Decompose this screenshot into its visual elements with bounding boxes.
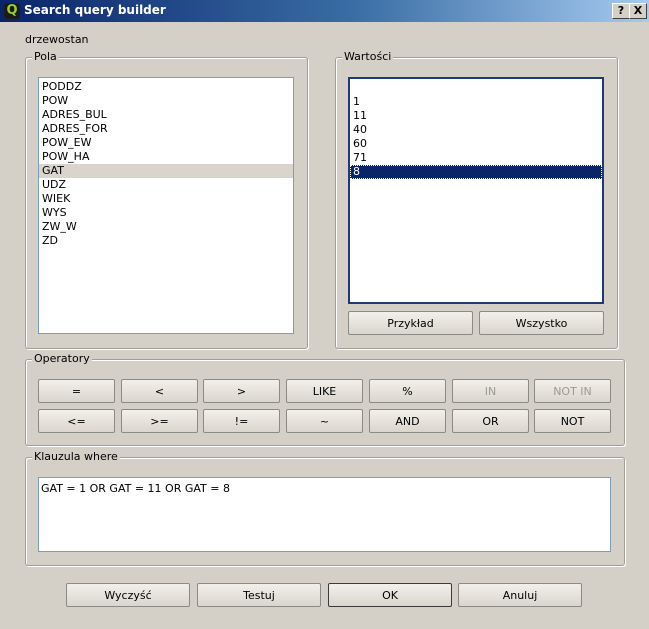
- operator-button[interactable]: %: [369, 379, 446, 403]
- operator-button[interactable]: <=: [38, 409, 115, 433]
- operator-button[interactable]: NOT: [534, 409, 611, 433]
- field-list-item[interactable]: ZW_W: [39, 220, 293, 234]
- field-list-item[interactable]: WYS: [39, 206, 293, 220]
- operators-group-title: Operatory: [32, 352, 92, 366]
- operator-button[interactable]: >: [203, 379, 280, 403]
- field-list-item[interactable]: POW: [39, 94, 293, 108]
- operator-button[interactable]: =: [38, 379, 115, 403]
- clear-button[interactable]: Wyczyść: [66, 583, 190, 607]
- field-list-item[interactable]: ADRES_FOR: [39, 122, 293, 136]
- where-clause-text: GAT = 1 OR GAT = 11 OR GAT = 8: [41, 482, 230, 495]
- operator-button[interactable]: LIKE: [286, 379, 363, 403]
- fields-list[interactable]: PODDZ POW ADRES_BUL ADRES_FOR POW_EW POW_HA GA…: [38, 77, 294, 334]
- field-list-item[interactable]: POW_HA: [39, 150, 293, 164]
- operator-button[interactable]: OR: [452, 409, 529, 433]
- field-list-item[interactable]: PODDZ: [39, 80, 293, 94]
- field-list-item[interactable]: ADRES_BUL: [39, 108, 293, 122]
- where-clause-group-title: Klauzula where: [32, 450, 120, 464]
- operator-button[interactable]: ~: [286, 409, 363, 433]
- field-list-item[interactable]: WIEK: [39, 192, 293, 206]
- all-values-button[interactable]: Wszystko: [479, 311, 604, 335]
- layer-name: drzewostan: [25, 33, 89, 46]
- ok-button[interactable]: OK: [328, 583, 452, 607]
- field-list-item[interactable]: GAT: [39, 164, 293, 178]
- operator-button[interactable]: IN: [452, 379, 529, 403]
- close-button[interactable]: X: [629, 3, 647, 19]
- value-list-item[interactable]: [350, 81, 602, 95]
- value-list-item[interactable]: 1: [350, 95, 602, 109]
- field-list-item[interactable]: UDZ: [39, 178, 293, 192]
- values-list[interactable]: 1 11 40 60 71 8: [348, 77, 604, 304]
- title-bar: Q Search query builder ? X: [0, 0, 649, 22]
- value-list-item[interactable]: 71: [350, 151, 602, 165]
- qgis-logo-icon: Q: [4, 3, 20, 19]
- field-list-item[interactable]: ZD: [39, 234, 293, 248]
- help-button[interactable]: ?: [612, 3, 630, 19]
- values-group-title: Wartości: [342, 50, 394, 64]
- operator-button[interactable]: NOT IN: [534, 379, 611, 403]
- test-button[interactable]: Testuj: [197, 583, 321, 607]
- where-clause-textarea[interactable]: GAT = 1 OR GAT = 11 OR GAT = 8: [38, 477, 611, 552]
- field-list-item[interactable]: POW_EW: [39, 136, 293, 150]
- cancel-button[interactable]: Anuluj: [458, 583, 582, 607]
- operator-button[interactable]: AND: [369, 409, 446, 433]
- fields-group-title: Pola: [32, 50, 59, 64]
- value-list-item[interactable]: 60: [350, 137, 602, 151]
- sample-button[interactable]: Przykład: [348, 311, 473, 335]
- window-title: Search query builder: [24, 3, 166, 17]
- operator-button[interactable]: <: [121, 379, 198, 403]
- value-list-item[interactable]: 11: [350, 109, 602, 123]
- operator-button[interactable]: !=: [203, 409, 280, 433]
- value-list-item[interactable]: 40: [350, 123, 602, 137]
- operator-button[interactable]: >=: [121, 409, 198, 433]
- value-list-item[interactable]: 8: [350, 165, 602, 179]
